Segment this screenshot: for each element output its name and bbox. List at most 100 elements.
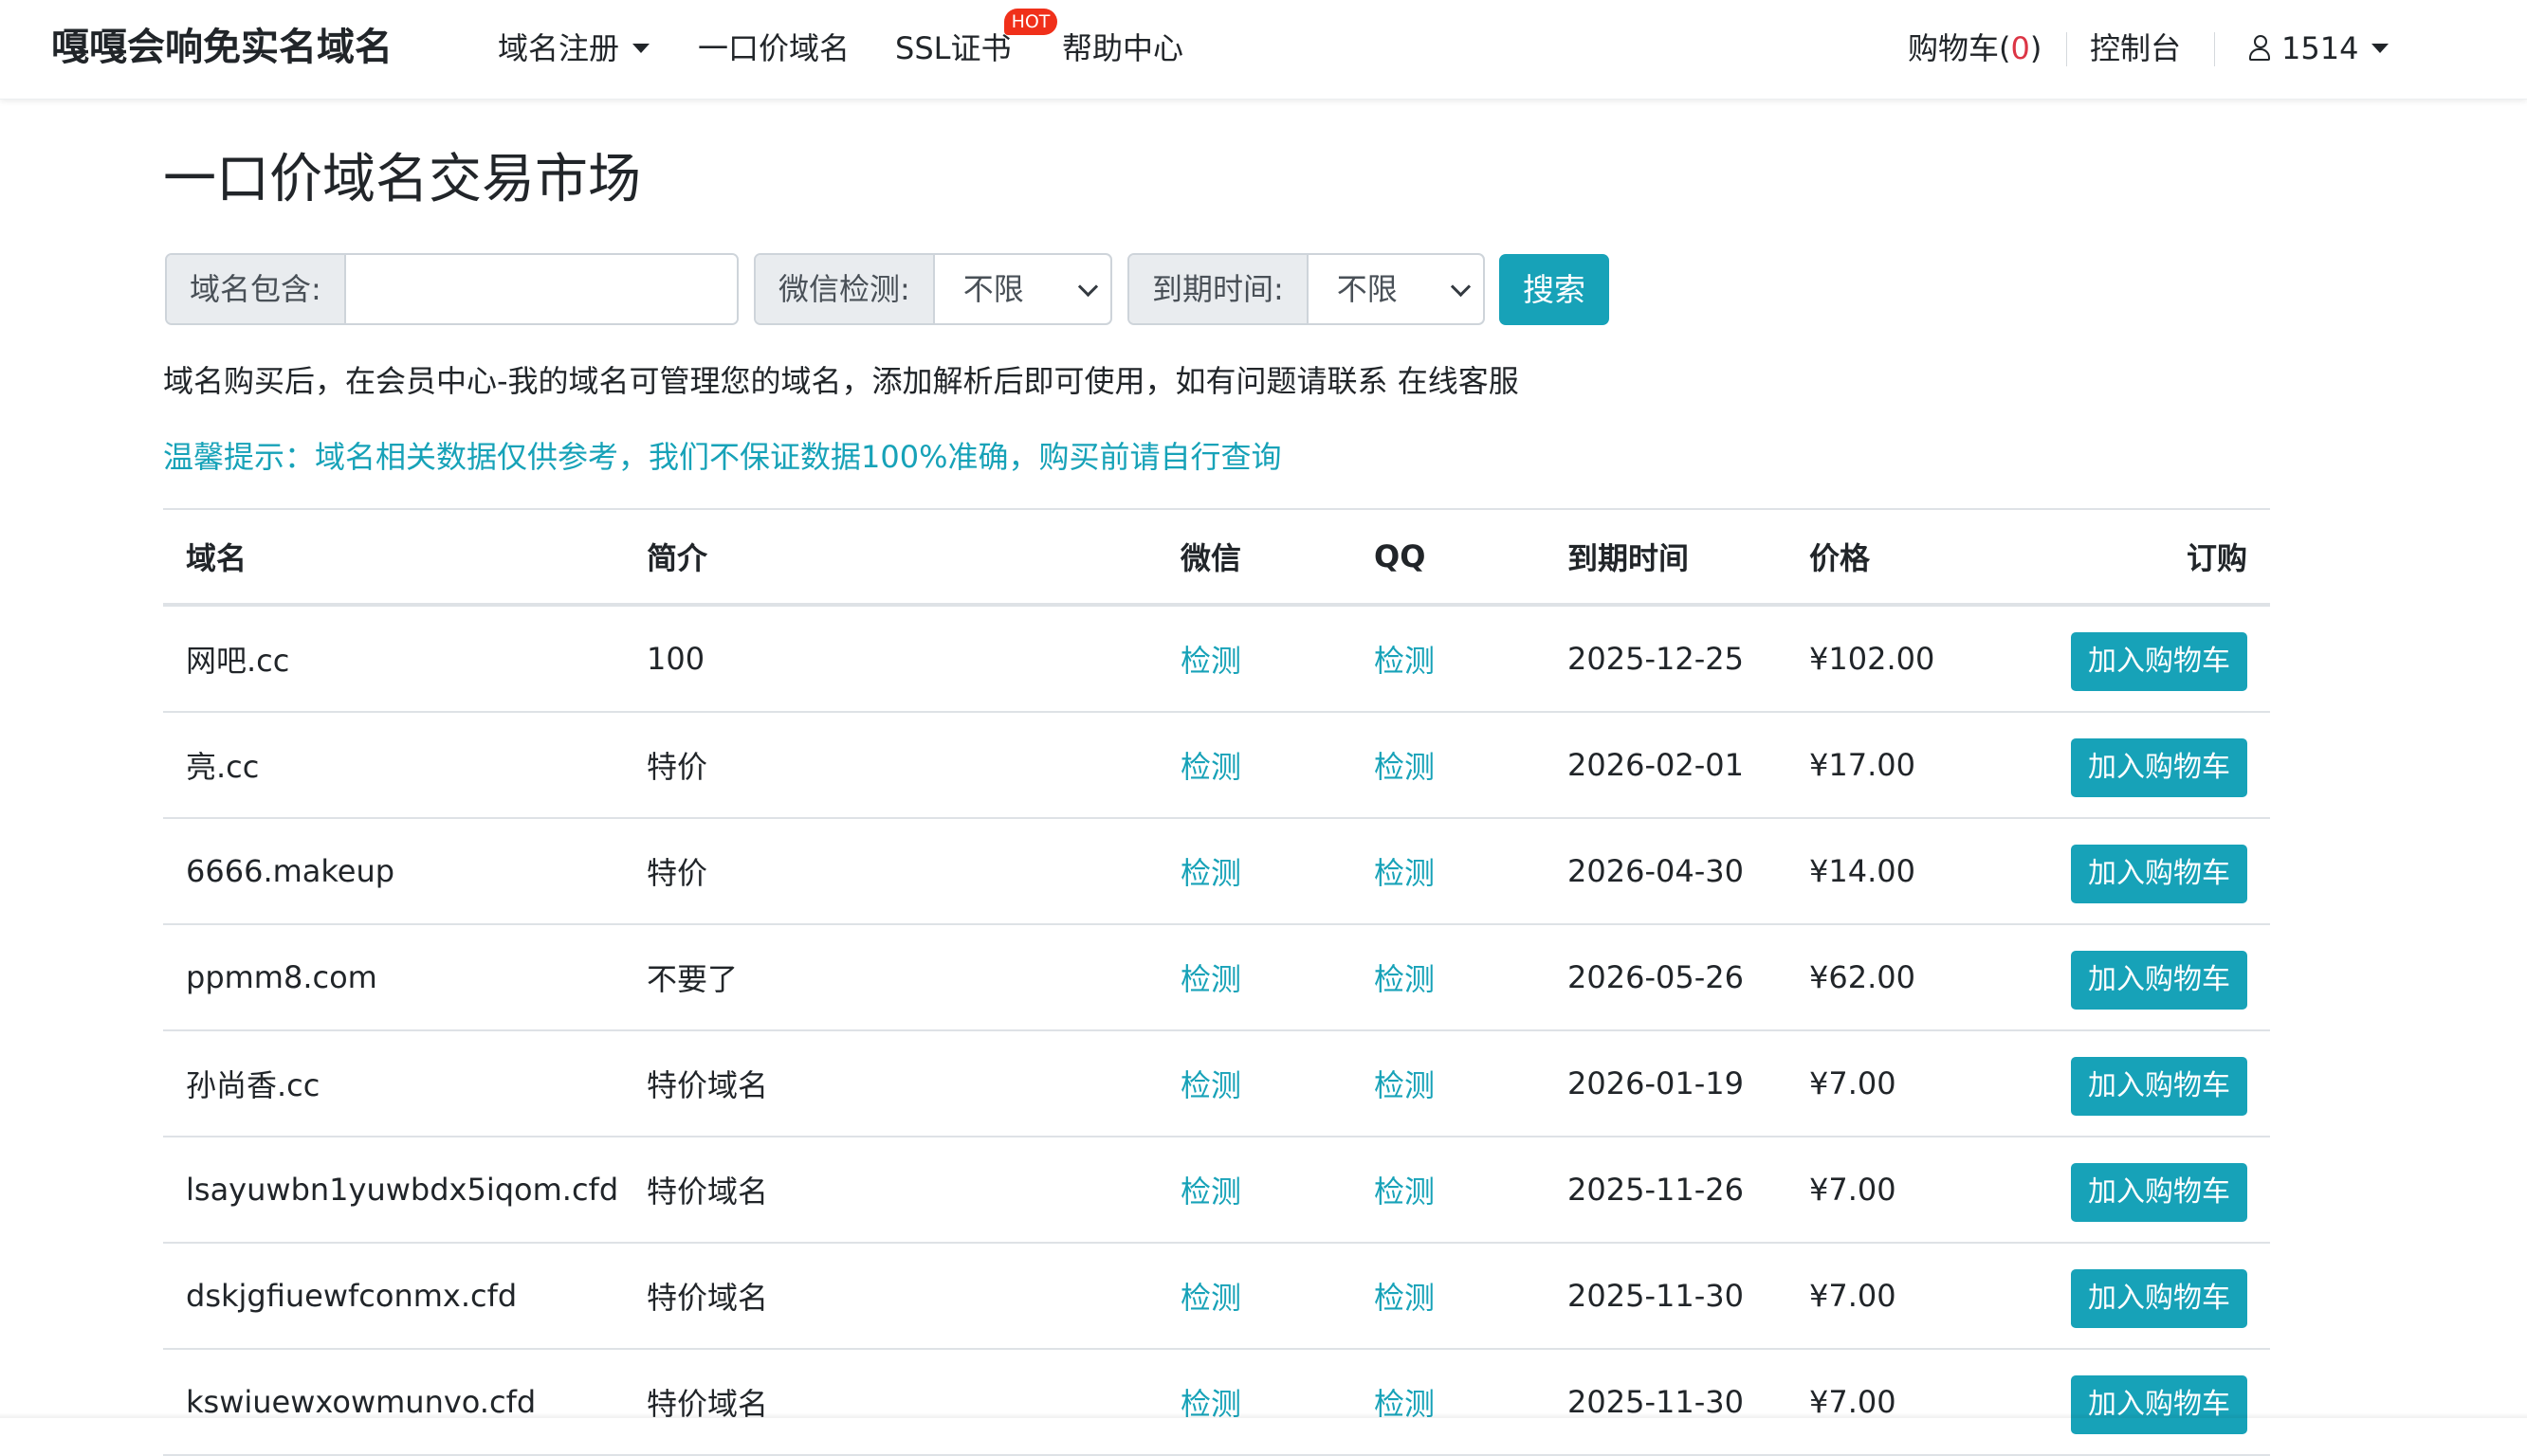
price: ¥7.00 bbox=[1786, 1349, 2023, 1456]
table-row: 亮.cc 特价 检测 检测 2026-02-01 ¥17.00 加入购物车 bbox=[163, 712, 2270, 819]
wechat-check-link[interactable]: 检测 bbox=[1181, 855, 1241, 891]
wechat-check-value: 不限 bbox=[962, 271, 1024, 307]
add-to-cart-button[interactable]: 加入购物车 bbox=[2071, 845, 2247, 903]
cart-label-close: ) bbox=[2029, 30, 2042, 66]
header-order: 订购 bbox=[2023, 508, 2270, 607]
expire-time-label: 到期时间: bbox=[1129, 255, 1309, 323]
domain-contains-label: 域名包含: bbox=[167, 255, 346, 323]
expire-date: 2025-12-25 bbox=[1545, 605, 1786, 713]
top-navbar: 嘎嘎会响免实名域名 域名注册 一口价域名 SSL证书 HOT 帮助中心 购物车(… bbox=[0, 0, 2527, 100]
price: ¥102.00 bbox=[1786, 605, 2023, 713]
qq-check-link[interactable]: 检测 bbox=[1374, 1280, 1435, 1316]
chevron-down-icon bbox=[1077, 276, 1099, 298]
wechat-check-label: 微信检测: bbox=[756, 255, 935, 323]
price: ¥7.00 bbox=[1786, 1137, 2023, 1244]
domain-contains-input[interactable] bbox=[345, 255, 737, 323]
expire-date: 2025-11-30 bbox=[1545, 1243, 1786, 1350]
qq-check-link[interactable]: 检测 bbox=[1374, 855, 1435, 891]
expire-time-value: 不限 bbox=[1336, 271, 1398, 307]
wechat-check-link[interactable]: 检测 bbox=[1181, 961, 1241, 997]
price: ¥14.00 bbox=[1786, 818, 2023, 925]
hot-badge: HOT bbox=[1004, 9, 1057, 35]
table-row: 孙尚香.cc 特价域名 检测 检测 2026-01-19 ¥7.00 加入购物车 bbox=[163, 1030, 2270, 1138]
wechat-check-select[interactable]: 不限 bbox=[935, 255, 1110, 323]
nav-domain-register-label: 域名注册 bbox=[498, 30, 620, 66]
expire-time-group: 到期时间: 不限 bbox=[1127, 253, 1485, 325]
wechat-check-group: 微信检测: 不限 bbox=[754, 253, 1112, 325]
domain-contains-group: 域名包含: bbox=[165, 253, 739, 325]
add-to-cart-button[interactable]: 加入购物车 bbox=[2071, 1163, 2247, 1222]
domain-intro: 特价域名 bbox=[624, 1349, 1158, 1456]
table-row: 6666.makeup 特价 检测 检测 2026-04-30 ¥14.00 加… bbox=[163, 818, 2270, 925]
expire-date: 2026-02-01 bbox=[1545, 712, 1786, 819]
header-intro: 简介 bbox=[624, 508, 1158, 607]
header-price: 价格 bbox=[1786, 508, 2023, 607]
qq-check-link[interactable]: 检测 bbox=[1374, 643, 1435, 679]
chevron-down-icon bbox=[632, 44, 650, 53]
table-row: 网吧.cc 100 检测 检测 2025-12-25 ¥102.00 加入购物车 bbox=[163, 605, 2270, 713]
site-brand[interactable]: 嘎嘎会响免实名域名 bbox=[51, 21, 393, 74]
wechat-check-link[interactable]: 检测 bbox=[1181, 1174, 1241, 1210]
user-name: 1514 bbox=[2281, 30, 2359, 66]
domain-table-wrapper: 域名 简介 微信 QQ 到期时间 价格 订购 网吧.cc 100 检测 检测 2… bbox=[163, 508, 2270, 1456]
nav-user-menu[interactable]: 1514 bbox=[2249, 23, 2390, 74]
search-button[interactable]: 搜索 bbox=[1499, 254, 1609, 325]
expire-date: 2026-04-30 bbox=[1545, 818, 1786, 925]
header-expire: 到期时间 bbox=[1545, 508, 1786, 607]
cart-count: 0 bbox=[2010, 30, 2030, 66]
domain-intro: 100 bbox=[624, 605, 1158, 713]
qq-check-link[interactable]: 检测 bbox=[1374, 961, 1435, 997]
table-row: kswiuewxowmunvo.cfd 特价域名 检测 检测 2025-11-3… bbox=[163, 1349, 2270, 1456]
domain-name: 孙尚香.cc bbox=[163, 1030, 624, 1138]
add-to-cart-button[interactable]: 加入购物车 bbox=[2071, 632, 2247, 691]
header-domain: 域名 bbox=[163, 508, 624, 607]
nav-domain-register[interactable]: 域名注册 bbox=[498, 23, 650, 74]
domain-name: 亮.cc bbox=[163, 712, 624, 819]
add-to-cart-button[interactable]: 加入购物车 bbox=[2071, 1269, 2247, 1328]
user-icon bbox=[2249, 35, 2270, 61]
nav-fixed-price-domain[interactable]: 一口价域名 bbox=[698, 23, 850, 74]
nav-cart[interactable]: 购物车(0) bbox=[1908, 23, 2042, 74]
price: ¥7.00 bbox=[1786, 1030, 2023, 1138]
nav-divider bbox=[2066, 32, 2067, 66]
nav-divider bbox=[2214, 32, 2215, 66]
expire-date: 2025-11-26 bbox=[1545, 1137, 1786, 1244]
qq-check-link[interactable]: 检测 bbox=[1374, 1174, 1435, 1210]
expire-date: 2025-11-30 bbox=[1545, 1349, 1786, 1456]
wechat-check-link[interactable]: 检测 bbox=[1181, 749, 1241, 785]
domain-name: lsayuwbn1yuwbdx5iqom.cfd bbox=[163, 1137, 624, 1244]
price: ¥7.00 bbox=[1786, 1243, 2023, 1350]
expire-time-select[interactable]: 不限 bbox=[1309, 255, 1483, 323]
wechat-check-link[interactable]: 检测 bbox=[1181, 643, 1241, 679]
qq-check-link[interactable]: 检测 bbox=[1374, 749, 1435, 785]
domain-name: 6666.makeup bbox=[163, 818, 624, 925]
header-qq: QQ bbox=[1351, 508, 1545, 607]
domain-name: ppmm8.com bbox=[163, 924, 624, 1031]
table-header-row: 域名 简介 微信 QQ 到期时间 价格 订购 bbox=[163, 508, 2270, 607]
add-to-cart-button[interactable]: 加入购物车 bbox=[2071, 1375, 2247, 1434]
table-row: lsayuwbn1yuwbdx5iqom.cfd 特价域名 检测 检测 2025… bbox=[163, 1137, 2270, 1244]
page-title: 一口价域名交易市场 bbox=[163, 149, 641, 210]
cart-label: 购物车( bbox=[1908, 30, 2011, 66]
price: ¥62.00 bbox=[1786, 924, 2023, 1031]
wechat-check-link[interactable]: 检测 bbox=[1181, 1067, 1241, 1103]
chevron-down-icon bbox=[2371, 44, 2390, 53]
add-to-cart-button[interactable]: 加入购物车 bbox=[2071, 1057, 2247, 1116]
price: ¥17.00 bbox=[1786, 712, 2023, 819]
nav-ssl-certificate[interactable]: SSL证书 bbox=[895, 23, 1011, 74]
expire-date: 2026-05-26 bbox=[1545, 924, 1786, 1031]
domain-intro: 特价域名 bbox=[624, 1030, 1158, 1138]
domain-table: 域名 简介 微信 QQ 到期时间 价格 订购 网吧.cc 100 检测 检测 2… bbox=[163, 508, 2270, 1456]
domain-intro: 特价 bbox=[624, 818, 1158, 925]
wechat-check-link[interactable]: 检测 bbox=[1181, 1280, 1241, 1316]
bottom-edge-shade bbox=[0, 1412, 2527, 1418]
domain-intro: 不要了 bbox=[624, 924, 1158, 1031]
add-to-cart-button[interactable]: 加入购物车 bbox=[2071, 738, 2247, 797]
table-row: ppmm8.com 不要了 检测 检测 2026-05-26 ¥62.00 加入… bbox=[163, 924, 2270, 1031]
add-to-cart-button[interactable]: 加入购物车 bbox=[2071, 951, 2247, 1010]
qq-check-link[interactable]: 检测 bbox=[1374, 1067, 1435, 1103]
nav-console[interactable]: 控制台 bbox=[2090, 23, 2181, 74]
nav-help-center[interactable]: 帮助中心 bbox=[1062, 23, 1183, 74]
domain-intro: 特价域名 bbox=[624, 1137, 1158, 1244]
domain-intro: 特价 bbox=[624, 712, 1158, 819]
